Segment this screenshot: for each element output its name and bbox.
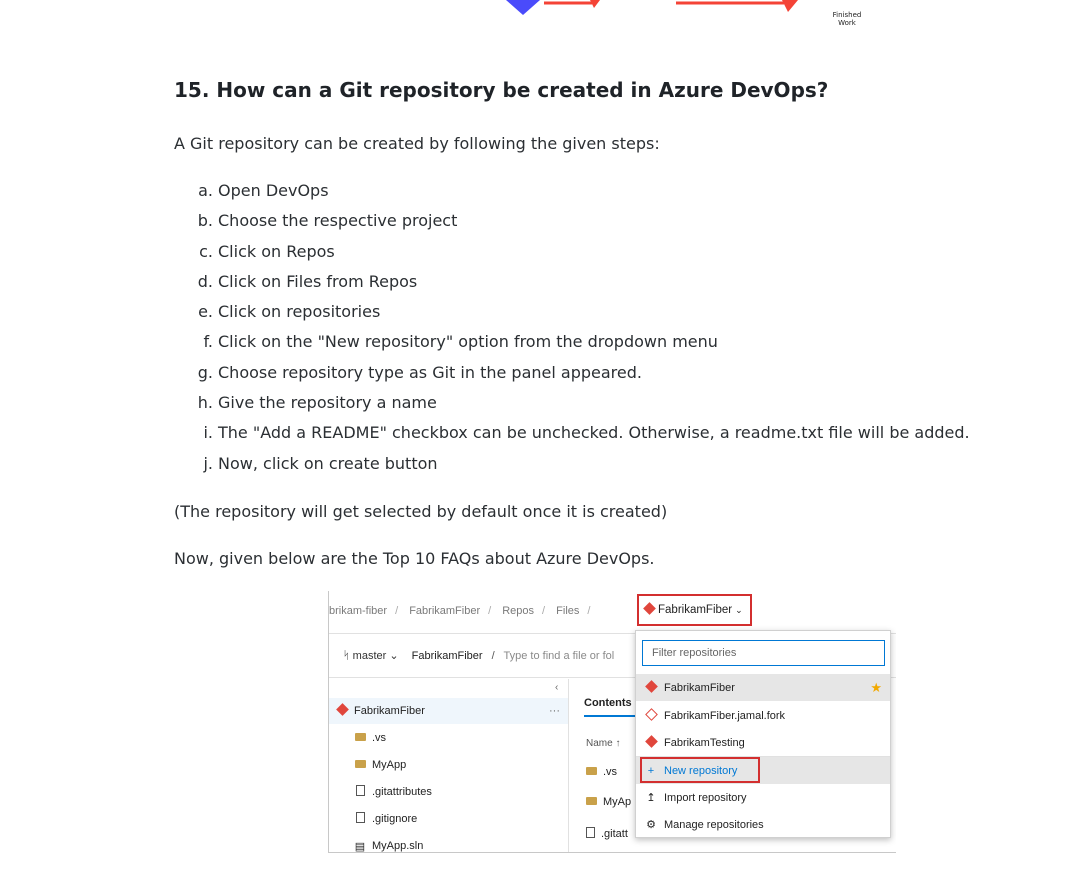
path-label: FabrikamFiber <box>411 650 483 662</box>
breadcrumb-item[interactable]: Files <box>556 605 579 617</box>
tree-item[interactable]: .vs <box>329 725 568 751</box>
table-row[interactable]: MyAp <box>586 796 631 808</box>
repositories-dropdown: Filter repositories FabrikamFiber ★ Fabr… <box>635 630 891 838</box>
find-file-input[interactable]: Type to find a file or fol <box>504 650 615 662</box>
tree-item[interactable]: .gitignore <box>329 806 568 832</box>
list-item: j. Now, click on create button <box>203 453 438 473</box>
manage-repositories-option[interactable]: ⚙ Manage repositories <box>636 811 890 838</box>
list-item: f. Click on the "New repository" option f… <box>203 332 718 352</box>
chevron-down-icon: ⌄ <box>389 650 399 662</box>
solution-icon: ▤ <box>354 840 366 853</box>
table-row[interactable]: .vs <box>586 766 617 778</box>
star-icon[interactable]: ★ <box>870 680 882 696</box>
tab-underline <box>584 715 640 717</box>
azure-repos-screenshot: brikam-fiber / FabrikamFiber / Repos / File… <box>328 591 896 853</box>
tab-contents[interactable]: Contents <box>584 697 632 709</box>
breadcrumb-item[interactable]: brikam-fiber <box>329 605 387 617</box>
import-icon: ↥ <box>646 792 656 804</box>
finished-work-label: Finished Work <box>832 11 862 27</box>
repo-selector-button[interactable]: FabrikamFiber ⌄ <box>637 594 752 626</box>
more-options-icon[interactable]: ··· <box>549 705 560 717</box>
git-icon <box>335 703 349 717</box>
note-paragraph: (The repository will get selected by def… <box>174 502 668 521</box>
repo-selector-label: FabrikamFiber <box>658 604 733 616</box>
list-item: h. Give the repository a name <box>197 393 437 413</box>
tree-root[interactable]: FabrikamFiber ··· <box>329 698 568 724</box>
process-diagram: Finished Work <box>0 0 1072 40</box>
highlight-box <box>640 757 760 783</box>
list-item: c. Click on Repos <box>199 241 335 261</box>
git-icon <box>644 734 658 749</box>
tree-item[interactable]: ▤ MyApp.sln <box>329 833 568 853</box>
arrow-head-2 <box>782 0 798 12</box>
collapse-icon[interactable]: ‹ <box>555 682 558 693</box>
file-icon <box>586 827 595 841</box>
breadcrumb: brikam-fiber / FabrikamFiber / Repos / File… <box>329 605 591 617</box>
list-item: a. Open DevOps <box>198 181 329 200</box>
tree-item[interactable]: .gitattributes <box>329 779 568 805</box>
diamond-shape <box>506 0 540 15</box>
files-toolbar: ᛋ master ⌄ FabrikamFiber / Type to find … <box>343 650 615 662</box>
list-item: e. Click on repositories <box>198 302 381 322</box>
folder-icon <box>586 766 597 778</box>
breadcrumb-item[interactable]: FabrikamFiber <box>409 605 480 617</box>
list-item: d. Click on Files from Repos <box>197 271 418 291</box>
folder-icon <box>353 732 367 744</box>
repo-option[interactable]: FabrikamTesting <box>636 729 890 756</box>
file-tree: ‹ FabrikamFiber ··· .vs MyApp .gitattrib… <box>329 679 569 853</box>
branch-icon: ᛋ <box>343 650 350 662</box>
folder-icon <box>586 796 597 808</box>
fork-icon <box>644 707 658 722</box>
table-row[interactable]: .gitatt <box>586 827 628 841</box>
git-icon <box>643 602 656 616</box>
branch-selector[interactable]: ᛋ master ⌄ <box>343 650 399 662</box>
git-icon <box>644 679 658 694</box>
folder-icon <box>353 759 367 771</box>
repo-option[interactable]: FabrikamFiber.jamal.fork <box>636 702 890 729</box>
diagram-graphic <box>506 0 798 15</box>
import-repository-option[interactable]: ↥ Import repository <box>636 784 890 811</box>
tree-item[interactable]: MyApp <box>329 752 568 778</box>
gear-icon: ⚙ <box>646 819 656 831</box>
section-heading: 15. How can a Git repository be created … <box>174 78 829 102</box>
list-item: i. The "Add a README" checkbox can be unc… <box>203 423 970 443</box>
breadcrumb-item[interactable]: Repos <box>502 605 534 617</box>
list-item: g. Choose repository type as Git in the p… <box>197 362 642 382</box>
repo-option[interactable]: FabrikamFiber ★ <box>636 674 890 701</box>
filter-repositories-input[interactable]: Filter repositories <box>642 640 885 666</box>
file-icon <box>353 785 367 799</box>
file-icon <box>353 812 367 826</box>
list-item: b. Choose the respective project <box>197 211 458 231</box>
chevron-down-icon: ⌄ <box>735 604 743 615</box>
faq-intro-paragraph: Now, given below are the Top 10 FAQs abo… <box>174 549 655 568</box>
intro-paragraph: A Git repository can be created by follo… <box>174 134 660 153</box>
steps-list: a. Open DevOps b. Choose the respective pr… <box>174 181 970 484</box>
name-column-header[interactable]: Name ↑ <box>586 738 620 749</box>
